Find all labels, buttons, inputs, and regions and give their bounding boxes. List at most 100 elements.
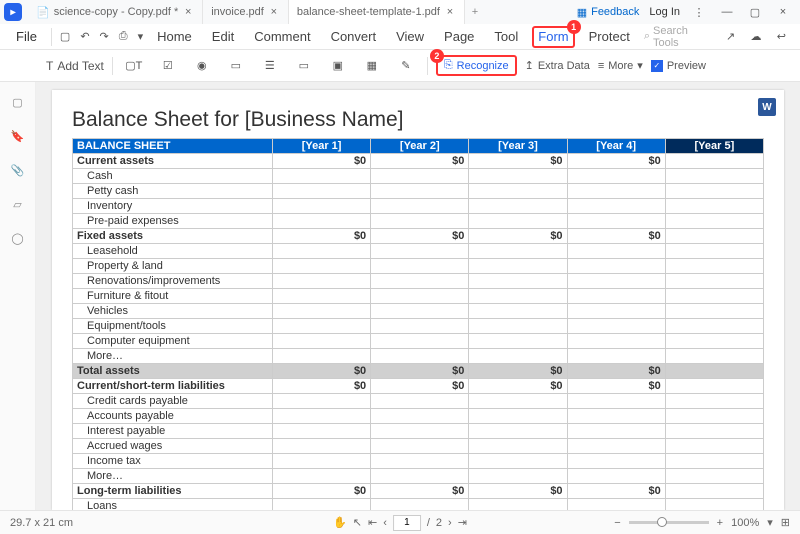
cell-value (371, 439, 469, 454)
cell-value (567, 469, 665, 484)
cell-value (371, 289, 469, 304)
close-icon[interactable]: × (268, 6, 280, 18)
cell-value (567, 199, 665, 214)
menu-convert[interactable]: Convert (325, 29, 383, 44)
menu-view[interactable]: View (390, 29, 430, 44)
cell-value (273, 274, 371, 289)
more-button[interactable]: ≡ More ▾ (598, 59, 643, 72)
print-icon[interactable]: ⎙ (119, 30, 128, 43)
zoom-slider[interactable] (629, 521, 709, 524)
fit-page-icon[interactable]: ⊞ (781, 516, 790, 529)
row-label: Furniture & fitout (73, 289, 273, 304)
checkbox-icon[interactable]: ☑ (155, 55, 181, 77)
bookmarks-icon[interactable]: 🔖 (8, 126, 28, 146)
button-icon[interactable]: ▭ (291, 55, 317, 77)
close-icon[interactable]: × (182, 6, 194, 18)
cell-value (665, 274, 763, 289)
share-icon[interactable]: ↗ (722, 28, 739, 46)
undo-icon[interactable]: ↶ (80, 30, 89, 43)
left-sidebar: ▢ 🔖 📎 ▱ ◯ (0, 82, 36, 510)
check-icon: ✓ (651, 60, 663, 72)
page-input[interactable] (393, 515, 421, 531)
menu-comment[interactable]: Comment (248, 29, 316, 44)
close-icon[interactable]: × (444, 6, 456, 18)
recognize-button[interactable]: 2 ⎘ Recognize (436, 55, 517, 76)
menu-tool[interactable]: Tool (488, 29, 524, 44)
document-title: Balance Sheet for [Business Name] (72, 108, 764, 132)
cell-value (567, 454, 665, 469)
search-tools[interactable]: ⌕ Search Tools (644, 25, 714, 49)
dropdown-field-icon[interactable]: ▭ (223, 55, 249, 77)
cell-value (469, 424, 567, 439)
cell-value (469, 199, 567, 214)
text-field-icon[interactable]: ▢T (121, 55, 147, 77)
menu-protect[interactable]: Protect (583, 29, 636, 44)
redo-icon[interactable]: ↷ (100, 30, 109, 43)
cell-value (567, 274, 665, 289)
tab-balance-sheet[interactable]: balance-sheet-template-1.pdf × (289, 0, 465, 24)
zoom-dropdown-icon[interactable]: ▾ (767, 516, 773, 529)
cell-value (665, 484, 763, 499)
cell-value (273, 319, 371, 334)
cell-value (469, 274, 567, 289)
preview-toggle[interactable]: ✓ Preview (651, 60, 706, 72)
cell-value (665, 334, 763, 349)
tab-science[interactable]: 📄 science-copy - Copy.pdf * × (28, 0, 203, 24)
list-icon[interactable]: ☰ (257, 55, 283, 77)
next-page-icon[interactable]: › (448, 517, 452, 529)
cell-value (665, 304, 763, 319)
cell-value (567, 259, 665, 274)
radio-icon[interactable]: ◉ (189, 55, 215, 77)
cell-value (665, 364, 763, 379)
menu-page[interactable]: Page (438, 29, 480, 44)
login-button[interactable]: Log In (649, 6, 680, 18)
cell-value: $0 (273, 364, 371, 379)
attachments-icon[interactable]: 📎 (8, 160, 28, 180)
hand-tool-icon[interactable]: ✋ (333, 516, 347, 529)
image-field-icon[interactable]: ▣ (325, 55, 351, 77)
cell-value: $0 (273, 484, 371, 499)
cell-value (665, 169, 763, 184)
zoom-thumb[interactable] (657, 517, 667, 527)
close-window-icon[interactable]: × (774, 3, 792, 21)
feedback-button[interactable]: ▦ Feedback (577, 6, 640, 19)
row-label: Accounts payable (73, 409, 273, 424)
save-icon[interactable]: ▢ (60, 30, 70, 43)
dropdown-icon[interactable]: ▾ (138, 30, 144, 43)
year-2: [Year 2] (371, 139, 469, 154)
cell-value (371, 244, 469, 259)
cell-value (371, 394, 469, 409)
chevron-down-icon: ▾ (637, 59, 643, 72)
first-page-icon[interactable]: ⇤ (368, 516, 377, 529)
maximize-icon[interactable]: ▢ (746, 3, 764, 21)
zoom-in-icon[interactable]: + (717, 517, 723, 529)
select-tool-icon[interactable]: ↖ (353, 516, 362, 529)
minimize-icon[interactable]: — (718, 3, 736, 21)
wrap-icon[interactable]: ↩ (773, 28, 790, 46)
cell-value (665, 409, 763, 424)
row-label: More… (73, 469, 273, 484)
page-area[interactable]: W Balance Sheet for [Business Name] BALA… (36, 82, 800, 510)
signature-icon[interactable]: ✎ (393, 55, 419, 77)
prev-page-icon[interactable]: ‹ (383, 517, 387, 529)
cell-value (371, 334, 469, 349)
menu-form[interactable]: Form 1 (532, 26, 574, 48)
add-tab-button[interactable]: + (465, 6, 485, 18)
last-page-icon[interactable]: ⇥ (458, 516, 467, 529)
zoom-out-icon[interactable]: − (614, 517, 620, 529)
menu-icon[interactable]: ⋮ (690, 3, 708, 21)
comments-icon[interactable]: ◯ (8, 228, 28, 248)
extra-data-button[interactable]: ↥ Extra Data (525, 59, 590, 72)
cell-value (371, 169, 469, 184)
date-field-icon[interactable]: ▦ (359, 55, 385, 77)
layers-icon[interactable]: ▱ (8, 194, 28, 214)
row-label: Fixed assets (73, 229, 273, 244)
word-export-icon[interactable]: W (758, 98, 776, 116)
tab-invoice[interactable]: invoice.pdf × (203, 0, 289, 24)
thumbnails-icon[interactable]: ▢ (8, 92, 28, 112)
add-text-button[interactable]: T Add Text (46, 55, 104, 77)
file-menu[interactable]: File (10, 29, 43, 44)
menu-edit[interactable]: Edit (206, 29, 240, 44)
menu-home[interactable]: Home (151, 29, 198, 44)
cloud-icon[interactable]: ☁ (747, 28, 764, 46)
